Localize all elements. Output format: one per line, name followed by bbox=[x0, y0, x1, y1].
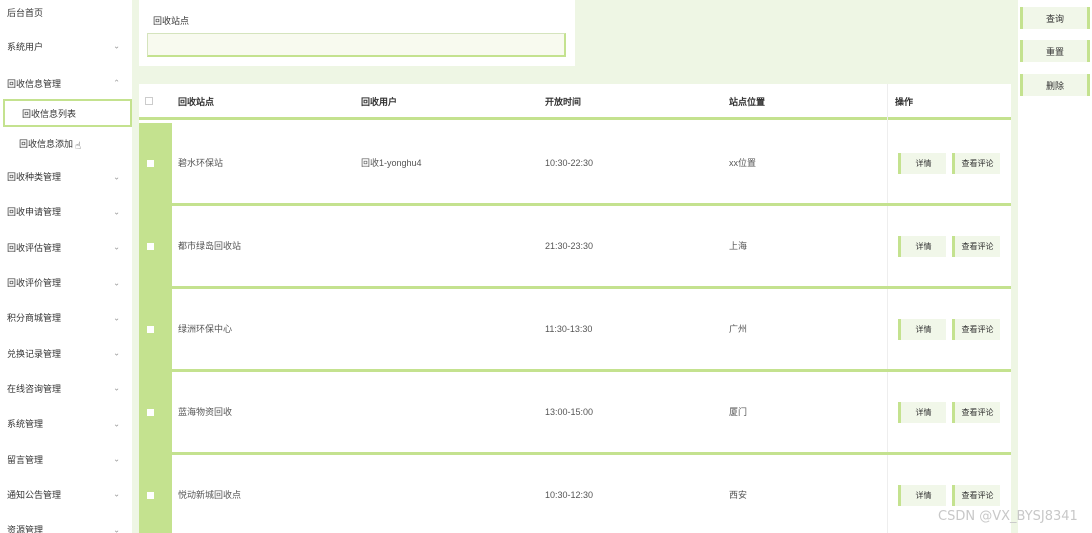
sidebar-item-recycle-info[interactable]: 回收信息管理 ⌃ bbox=[0, 67, 132, 99]
sidebar-subitem-info-add[interactable]: 回收信息添加 ☝ bbox=[0, 127, 132, 159]
delete-button[interactable]: 删除 bbox=[1020, 74, 1090, 96]
sidebar-item-messages[interactable]: 留言管理 ⌄ bbox=[0, 441, 132, 476]
row-checkbox[interactable] bbox=[147, 492, 154, 499]
detail-button[interactable]: 详情 bbox=[898, 153, 946, 174]
cell-location: 西安 bbox=[729, 490, 748, 500]
cell-time: 21:30-23:30 bbox=[545, 241, 594, 251]
chevron-down-icon: ⌄ bbox=[113, 313, 120, 323]
sidebar-item-label: 后台首页 bbox=[7, 8, 44, 18]
query-button[interactable]: 查询 bbox=[1020, 7, 1090, 29]
sidebar-item-online-consult[interactable]: 在线咨询管理 ⌄ bbox=[0, 371, 132, 406]
hand-cursor-icon: ☝ bbox=[75, 140, 82, 152]
data-table: 回收站点 回收用户 开放时间 站点位置 操作 碧水环保站 回收1-yonghu4… bbox=[139, 84, 1011, 533]
chevron-down-icon: ⌄ bbox=[113, 207, 120, 217]
watermark: CSDN @VX_BYSJ8341 bbox=[938, 509, 1078, 524]
header-time: 开放时间 bbox=[545, 97, 582, 107]
sidebar-item-label: 留言管理 bbox=[7, 454, 44, 465]
chevron-down-icon: ⌄ bbox=[113, 348, 120, 358]
cell-site: 绿洲环保中心 bbox=[178, 324, 233, 334]
sidebar-item-system-users[interactable]: 系统用户 ⌄ bbox=[0, 25, 132, 67]
table-row: 绿洲环保中心 11:30-13:30 广州 详情 查看评论 bbox=[139, 289, 1011, 372]
row-checkbox[interactable] bbox=[147, 160, 154, 167]
sidebar-item-label: 回收评价管理 bbox=[7, 278, 62, 289]
sidebar-item-points-mall[interactable]: 积分商城管理 ⌄ bbox=[0, 300, 132, 335]
sidebar-item-label: 在线咨询管理 bbox=[7, 383, 62, 394]
sidebar-item-recycle-apply[interactable]: 回收申请管理 ⌄ bbox=[0, 194, 132, 229]
cell-time: 10:30-22:30 bbox=[545, 158, 594, 168]
cell-location: 厦门 bbox=[729, 407, 748, 417]
search-input[interactable] bbox=[147, 33, 566, 57]
select-all-checkbox[interactable] bbox=[145, 97, 153, 105]
sidebar-item-recycle-assess[interactable]: 回收评估管理 ⌄ bbox=[0, 230, 132, 265]
table-row: 蓝海物资回收 13:00-15:00 厦门 详情 查看评论 bbox=[139, 372, 1011, 455]
cell-location: 广州 bbox=[729, 324, 748, 334]
chevron-up-icon: ⌃ bbox=[113, 78, 120, 88]
sidebar-item-label: 回收评估管理 bbox=[7, 242, 62, 253]
search-label: 回收站点 bbox=[153, 16, 190, 26]
chevron-down-icon: ⌄ bbox=[113, 383, 120, 393]
sidebar: 后台首页 系统用户 ⌄ 回收信息管理 ⌃ 回收信息列表 回收信息添加 ☝ 回收种… bbox=[0, 0, 132, 533]
chevron-down-icon: ⌄ bbox=[113, 525, 120, 533]
table-header: 回收站点 回收用户 开放时间 站点位置 操作 bbox=[139, 84, 1011, 120]
sidebar-subitem-label: 回收信息添加 bbox=[19, 138, 74, 149]
view-review-button[interactable]: 查看评论 bbox=[952, 153, 1000, 174]
cell-site: 碧水环保站 bbox=[178, 158, 224, 168]
sidebar-item-label: 积分商城管理 bbox=[7, 313, 62, 324]
cell-site: 蓝海物资回收 bbox=[178, 407, 233, 417]
cell-location: xx位置 bbox=[729, 158, 757, 168]
cell-location: 上海 bbox=[729, 241, 748, 251]
sidebar-item-system-manage[interactable]: 系统管理 ⌄ bbox=[0, 406, 132, 441]
table-row: 都市绿岛回收站 21:30-23:30 上海 详情 查看评论 bbox=[139, 206, 1011, 289]
sidebar-item-recycle-category[interactable]: 回收种类管理 ⌄ bbox=[0, 159, 132, 194]
detail-button[interactable]: 详情 bbox=[898, 236, 946, 257]
header-location: 站点位置 bbox=[729, 97, 766, 107]
view-review-button[interactable]: 查看评论 bbox=[952, 236, 1000, 257]
search-card: 回收站点 bbox=[139, 0, 575, 66]
table-row: 悦动新城回收点 10:30-12:30 西安 详情 查看评论 bbox=[139, 455, 1011, 533]
sidebar-item-notices[interactable]: 通知公告管理 ⌄ bbox=[0, 477, 132, 512]
chevron-down-icon: ⌄ bbox=[113, 278, 120, 288]
sidebar-item-recycle-review[interactable]: 回收评价管理 ⌄ bbox=[0, 265, 132, 300]
sidebar-item-label: 资源管理 bbox=[7, 525, 44, 533]
action-panel: 查询 重置 删除 bbox=[1018, 0, 1092, 533]
view-review-button[interactable]: 查看评论 bbox=[952, 319, 1000, 340]
sidebar-item-label: 系统用户 bbox=[7, 41, 44, 52]
detail-button[interactable]: 详情 bbox=[898, 485, 946, 506]
sidebar-item-label: 系统管理 bbox=[7, 419, 44, 430]
row-checkbox[interactable] bbox=[147, 409, 154, 416]
sidebar-item-home[interactable]: 后台首页 bbox=[0, 0, 132, 25]
detail-button[interactable]: 详情 bbox=[898, 319, 946, 340]
header-user: 回收用户 bbox=[361, 97, 398, 107]
chevron-down-icon: ⌄ bbox=[113, 419, 120, 429]
row-checkbox[interactable] bbox=[147, 326, 154, 333]
cell-time: 10:30-12:30 bbox=[545, 490, 594, 500]
view-review-button[interactable]: 查看评论 bbox=[952, 485, 1000, 506]
sidebar-subitem-info-list[interactable]: 回收信息列表 bbox=[3, 99, 132, 127]
sidebar-item-exchange-records[interactable]: 兑换记录管理 ⌄ bbox=[0, 335, 132, 370]
header-site: 回收站点 bbox=[178, 97, 215, 107]
cell-time: 13:00-15:00 bbox=[545, 407, 594, 417]
sidebar-item-label: 兑换记录管理 bbox=[7, 348, 62, 359]
detail-button[interactable]: 详情 bbox=[898, 402, 946, 423]
chevron-down-icon: ⌄ bbox=[113, 242, 120, 252]
sidebar-item-label: 回收种类管理 bbox=[7, 172, 62, 183]
chevron-down-icon: ⌄ bbox=[113, 454, 120, 464]
sidebar-item-label: 回收信息管理 bbox=[7, 78, 62, 89]
chevron-down-icon: ⌄ bbox=[113, 489, 120, 499]
row-checkbox[interactable] bbox=[147, 243, 154, 250]
sidebar-item-label: 通知公告管理 bbox=[7, 489, 62, 500]
sidebar-subitem-label: 回收信息列表 bbox=[22, 108, 77, 119]
cell-time: 11:30-13:30 bbox=[545, 324, 593, 334]
table-row: 碧水环保站 回收1-yonghu4 10:30-22:30 xx位置 详情 查看… bbox=[139, 123, 1011, 206]
cell-site: 悦动新城回收点 bbox=[178, 490, 242, 500]
reset-button[interactable]: 重置 bbox=[1020, 40, 1090, 62]
sidebar-item-label: 回收申请管理 bbox=[7, 207, 62, 218]
cell-site: 都市绿岛回收站 bbox=[178, 241, 242, 251]
header-ops: 操作 bbox=[895, 97, 914, 107]
chevron-down-icon: ⌄ bbox=[113, 172, 120, 182]
chevron-down-icon: ⌄ bbox=[113, 41, 120, 51]
cell-user: 回收1-yonghu4 bbox=[361, 158, 422, 168]
sidebar-item-resources[interactable]: 资源管理 ⌄ bbox=[0, 512, 132, 533]
view-review-button[interactable]: 查看评论 bbox=[952, 402, 1000, 423]
